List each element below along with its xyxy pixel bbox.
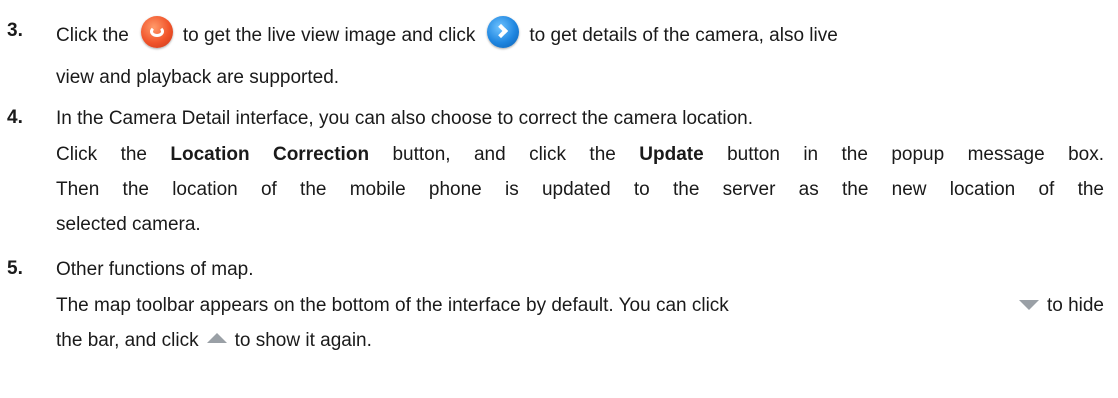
camera-details-arrow-icon bbox=[487, 16, 520, 48]
step-number: 4. bbox=[7, 107, 23, 128]
live-view-icon bbox=[140, 16, 173, 48]
step-text: to get details of the camera, also live bbox=[529, 25, 838, 47]
step-4-line-2: Click the Location Correction button, an… bbox=[56, 143, 1104, 167]
step-text: to get the live view image and click bbox=[182, 25, 476, 47]
step-text: to show it again. bbox=[234, 330, 372, 351]
step-text: The map toolbar appears on the bottom of… bbox=[56, 295, 729, 316]
step-text: button, and click the bbox=[369, 144, 640, 165]
location-correction-label: Location Correction bbox=[170, 144, 370, 165]
step-text: the bar, and click bbox=[56, 330, 199, 351]
hide-toolbar-icon bbox=[1018, 299, 1039, 310]
step-3-line-1: Click the to get the live view image and … bbox=[56, 16, 1104, 52]
step-5-line-1: Other functions of map. bbox=[56, 259, 254, 280]
step-4-line-3: Then the location of the mobile phone is… bbox=[56, 179, 1104, 200]
update-label: Update bbox=[639, 144, 704, 165]
show-toolbar-icon bbox=[206, 332, 227, 343]
manual-page: 3. Click the to get the live view image a… bbox=[0, 0, 1118, 398]
step-4-line-4: selected camera. bbox=[56, 214, 201, 235]
step-number: 3. bbox=[7, 20, 23, 41]
step-number: 5. bbox=[7, 258, 23, 279]
step-4-line-1: In the Camera Detail interface, you can … bbox=[56, 108, 754, 129]
step-5-line-3: the bar, and click to show it again. bbox=[56, 329, 1104, 353]
step-5-line-2: The map toolbar appears on the bottom of… bbox=[56, 294, 1104, 318]
step-text: button in the popup message box. bbox=[703, 144, 1104, 165]
step-text: to hide bbox=[1046, 295, 1104, 316]
step-text: Click the bbox=[56, 144, 171, 165]
step-text: Click the bbox=[56, 25, 129, 47]
step-3-line-2: view and playback are supported. bbox=[56, 67, 340, 88]
